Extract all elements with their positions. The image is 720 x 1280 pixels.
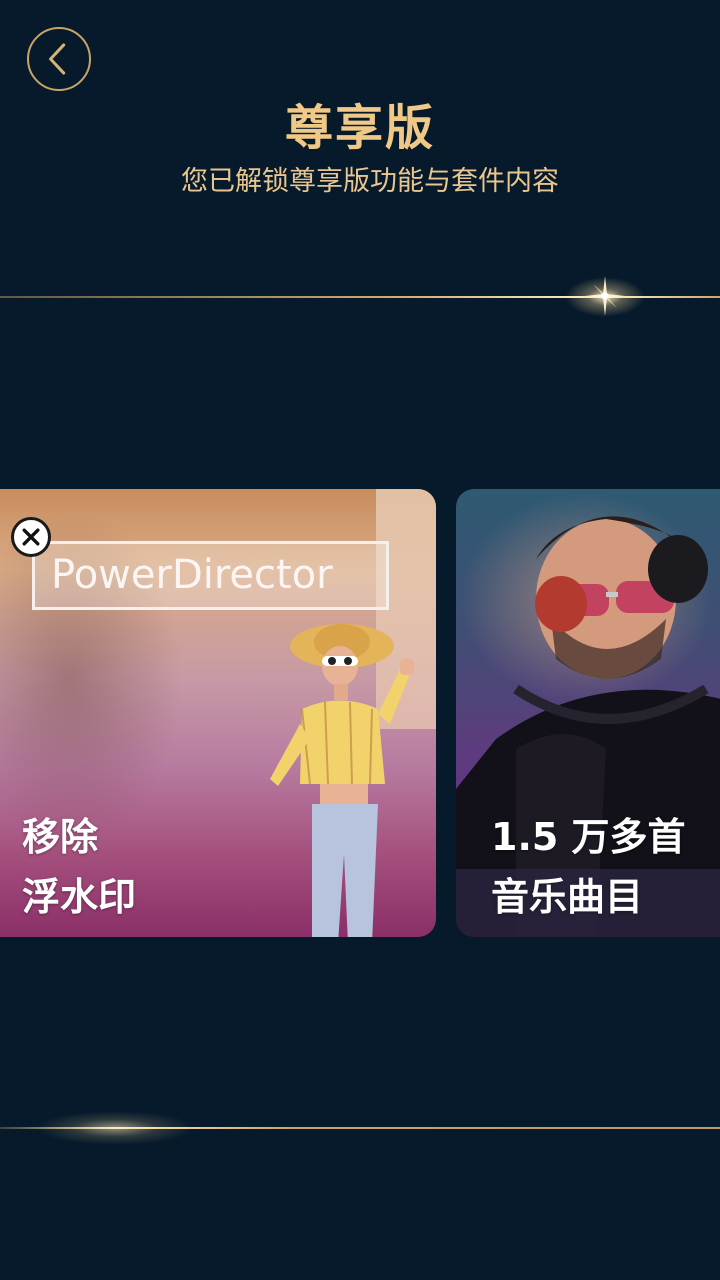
watermark-text: PowerDirector: [32, 541, 389, 610]
feature-card-remove-watermark[interactable]: PowerDirector 移除 浮水印: [0, 489, 436, 937]
feature-card-music-tracks[interactable]: 1.5 万多首 音乐曲目: [456, 489, 720, 937]
feature-label-music-tracks: 1.5 万多首 音乐曲目: [491, 807, 686, 927]
page-subtitle: 您已解锁尊享版功能与套件内容: [181, 166, 559, 197]
feature-label-line1: 移除: [22, 815, 99, 859]
feature-label-line2: 音乐曲目: [491, 875, 644, 919]
sparkle-icon: [585, 276, 625, 316]
close-icon: [11, 517, 51, 557]
back-button[interactable]: [27, 27, 91, 91]
divider-glow: [40, 1112, 190, 1144]
chevron-left-icon: [49, 43, 66, 75]
feature-label-line2: 浮水印: [22, 875, 137, 919]
feature-label-remove-watermark: 移除 浮水印: [22, 807, 136, 927]
model-figure-image: [270, 624, 414, 937]
page-title: 尊享版: [284, 100, 435, 156]
feature-label-line1: 1.5 万多首: [491, 815, 686, 859]
